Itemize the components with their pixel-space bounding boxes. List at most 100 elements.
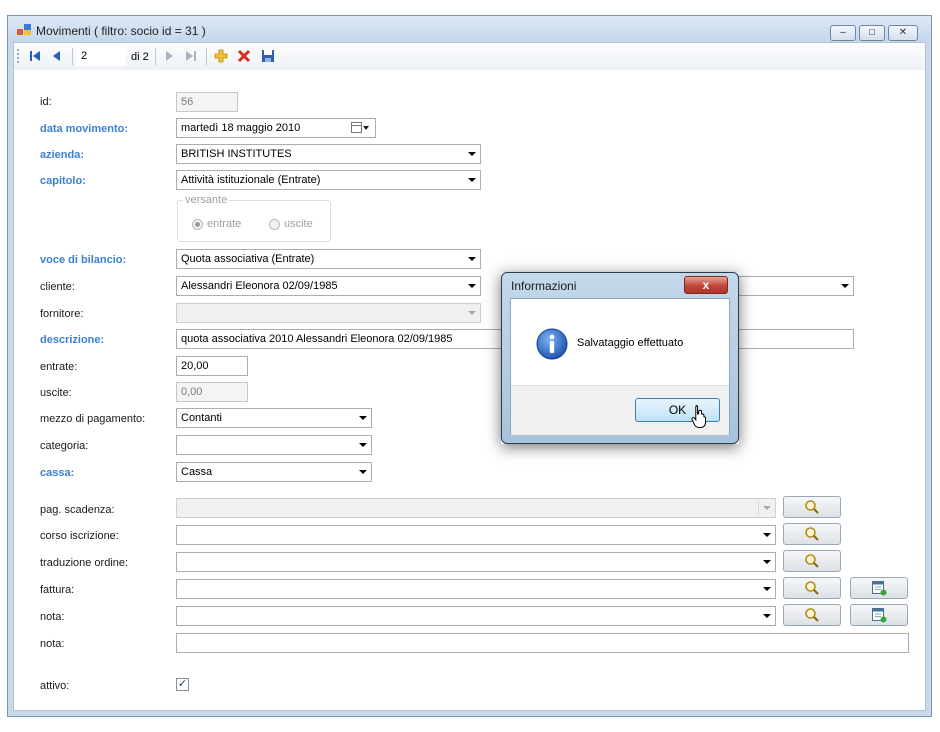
voce-di-bilancio-combo[interactable]: Quota associativa (Entrate) xyxy=(176,249,481,269)
minimize-button[interactable]: – xyxy=(830,25,856,41)
search-corso-iscrizione-button[interactable] xyxy=(783,523,841,545)
attivo-label: attivo: xyxy=(40,680,70,692)
chevron-down-icon xyxy=(763,614,771,618)
chevron-down-icon xyxy=(763,587,771,591)
fattura-label: fattura: xyxy=(40,584,75,596)
chevron-down-icon xyxy=(468,178,476,182)
position-input[interactable]: 2 xyxy=(76,47,126,66)
chevron-down-icon xyxy=(763,506,771,510)
mezzo-di-pagamento-label: mezzo di pagamento: xyxy=(40,413,146,425)
radio-entrate xyxy=(192,219,203,230)
ok-button[interactable]: OK xyxy=(635,398,720,422)
record-count-label: di 2 xyxy=(131,51,149,63)
corso-iscrizione-label: corso iscrizione: xyxy=(40,530,119,542)
toolbar-separator xyxy=(206,48,207,65)
id-field: 56 xyxy=(176,92,238,112)
save-icon[interactable] xyxy=(260,48,276,64)
chevron-down-icon xyxy=(359,470,367,474)
fattura-combo[interactable] xyxy=(176,579,776,599)
chevron-down-icon xyxy=(468,257,476,261)
capitolo-value: Attività istituzionale (Entrate) xyxy=(181,174,321,186)
search-nota-button[interactable] xyxy=(783,604,841,626)
maximize-button[interactable]: □ xyxy=(859,25,885,41)
move-last-icon[interactable] xyxy=(183,48,199,64)
toolbar-separator xyxy=(155,48,156,65)
nota-combo[interactable] xyxy=(176,606,776,626)
divider xyxy=(758,501,759,515)
chevron-down-icon xyxy=(763,533,771,537)
capitolo-label: capitolo: xyxy=(40,175,86,187)
add-new-icon[interactable] xyxy=(213,48,229,64)
radio-uscite-label: uscite xyxy=(284,218,313,230)
chevron-down-icon xyxy=(468,284,476,288)
traduzione-ordine-combo[interactable] xyxy=(176,552,776,572)
fornitore-label: fornitore: xyxy=(40,308,84,320)
traduzione-ordine-label: traduzione ordine: xyxy=(40,557,129,569)
voce-value: Quota associativa (Entrate) xyxy=(181,253,315,265)
toolbar-grip[interactable] xyxy=(17,49,21,63)
chevron-down-icon xyxy=(359,416,367,420)
cassa-value: Cassa xyxy=(181,466,213,478)
uscite-label: uscite: xyxy=(40,387,72,399)
chevron-down-icon xyxy=(841,284,849,288)
pag-scadenza-combo xyxy=(176,498,776,518)
dialog-close-button[interactable]: x xyxy=(684,276,728,294)
search-fattura-button[interactable] xyxy=(783,577,841,599)
categoria-label: categoria: xyxy=(40,440,89,452)
chevron-down-icon xyxy=(359,443,367,447)
move-next-icon[interactable] xyxy=(161,48,177,64)
categoria-combo[interactable] xyxy=(176,435,372,455)
nota-label: nota: xyxy=(40,638,65,650)
search-icon xyxy=(805,500,819,514)
mezzo-di-pagamento-combo[interactable]: Contanti xyxy=(176,408,372,428)
delete-icon[interactable] xyxy=(236,48,252,64)
search-traduzione-ordine-button[interactable] xyxy=(783,550,841,572)
cassa-combo[interactable]: Cassa xyxy=(176,462,372,482)
cliente-combo[interactable]: Alessandri Eleonora 02/09/1985 xyxy=(176,276,481,296)
chevron-down-icon xyxy=(763,560,771,564)
azienda-combo[interactable]: BRITISH INSTITUTES xyxy=(176,144,481,164)
corso-iscrizione-combo[interactable] xyxy=(176,525,776,545)
uscite-field: 0,00 xyxy=(176,382,248,402)
data-movimento-picker[interactable]: martedì 18 maggio 2010 xyxy=(176,118,376,138)
search-icon xyxy=(805,554,819,568)
cliente-value: Alessandri Eleonora 02/09/1985 xyxy=(181,280,338,292)
data-movimento-label: data movimento: xyxy=(40,123,129,135)
hand-cursor-icon xyxy=(691,405,706,428)
entrate-field[interactable]: 20,00 xyxy=(176,356,248,376)
window-title: Movimenti ( filtro: socio id = 31 ) xyxy=(36,24,206,38)
nota-combo-label: nota: xyxy=(40,611,65,623)
close-button[interactable]: ✕ xyxy=(888,25,918,41)
app-icon xyxy=(17,24,31,35)
id-label: id: xyxy=(40,96,52,108)
toolbar-separator xyxy=(72,48,73,65)
cliente-label: cliente: xyxy=(40,281,75,293)
dialog-message: Salvataggio effettuato xyxy=(577,337,684,349)
radio-entrate-label: entrate xyxy=(207,218,242,230)
calendar-icon[interactable] xyxy=(351,122,369,134)
search-icon xyxy=(805,608,819,622)
move-first-icon[interactable] xyxy=(27,48,43,64)
capitolo-combo[interactable]: Attività istituzionale (Entrate) xyxy=(176,170,481,190)
move-previous-icon[interactable] xyxy=(49,48,65,64)
mezzo-value: Contanti xyxy=(181,412,222,424)
versante-label: versante xyxy=(183,194,230,206)
search-icon xyxy=(805,581,819,595)
search-pag-scadenza-button[interactable] xyxy=(783,496,841,518)
search-icon xyxy=(805,527,819,541)
voce-di-bilancio-label: voce di bilancio: xyxy=(40,254,127,266)
cassa-label: cassa: xyxy=(40,467,75,479)
new-form-icon xyxy=(872,581,887,596)
new-fattura-button[interactable] xyxy=(850,577,908,599)
nota-field[interactable] xyxy=(176,633,909,653)
cliente-combo-extension[interactable] xyxy=(737,276,854,296)
dialog-title: Informazioni xyxy=(511,279,577,293)
attivo-checkbox[interactable]: ✓ xyxy=(176,678,189,691)
descrizione-label: descrizione: xyxy=(40,334,105,346)
azienda-value: BRITISH INSTITUTES xyxy=(181,148,292,160)
new-nota-button[interactable] xyxy=(850,604,908,626)
chevron-down-icon xyxy=(468,311,476,315)
navigator-toolbar xyxy=(14,44,925,70)
radio-uscite xyxy=(269,219,280,230)
new-form-icon xyxy=(872,608,887,623)
